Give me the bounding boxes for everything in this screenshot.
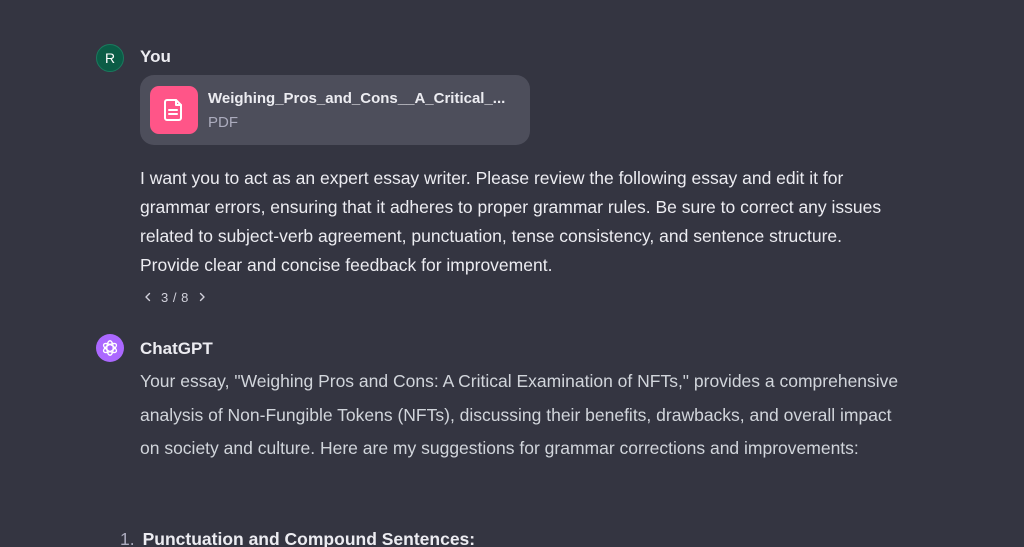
- assistant-message-text: Your essay, "Weighing Pros and Cons: A C…: [140, 371, 899, 459]
- chat-conversation: R You Weighing_Pros_and_Cons__A_Critical…: [0, 0, 1024, 547]
- response-pager: 3 / 8: [140, 287, 210, 307]
- chatgpt-logo-icon: [96, 334, 124, 362]
- user-avatar: R: [96, 44, 124, 72]
- chevron-right-icon[interactable]: [194, 287, 210, 307]
- list-number: 1.: [120, 529, 135, 547]
- list-item: 1. Punctuation and Compound Sentences:: [120, 527, 475, 547]
- document-icon: [150, 86, 198, 134]
- pager-count: 3 / 8: [161, 289, 189, 305]
- attachment-file-type: PDF: [208, 114, 238, 131]
- user-name: You: [140, 47, 171, 66]
- list-heading: Punctuation and Compound Sentences:: [142, 529, 476, 547]
- attachment-file-name: Weighing_Pros_and_Cons__A_Critical_...: [208, 90, 506, 107]
- user-message-text: I want you to act as an expert essay wri…: [140, 168, 882, 275]
- assistant-name: ChatGPT: [140, 339, 213, 358]
- chevron-left-icon[interactable]: [140, 287, 156, 307]
- attachment-card[interactable]: Weighing_Pros_and_Cons__A_Critical_... P…: [140, 75, 530, 145]
